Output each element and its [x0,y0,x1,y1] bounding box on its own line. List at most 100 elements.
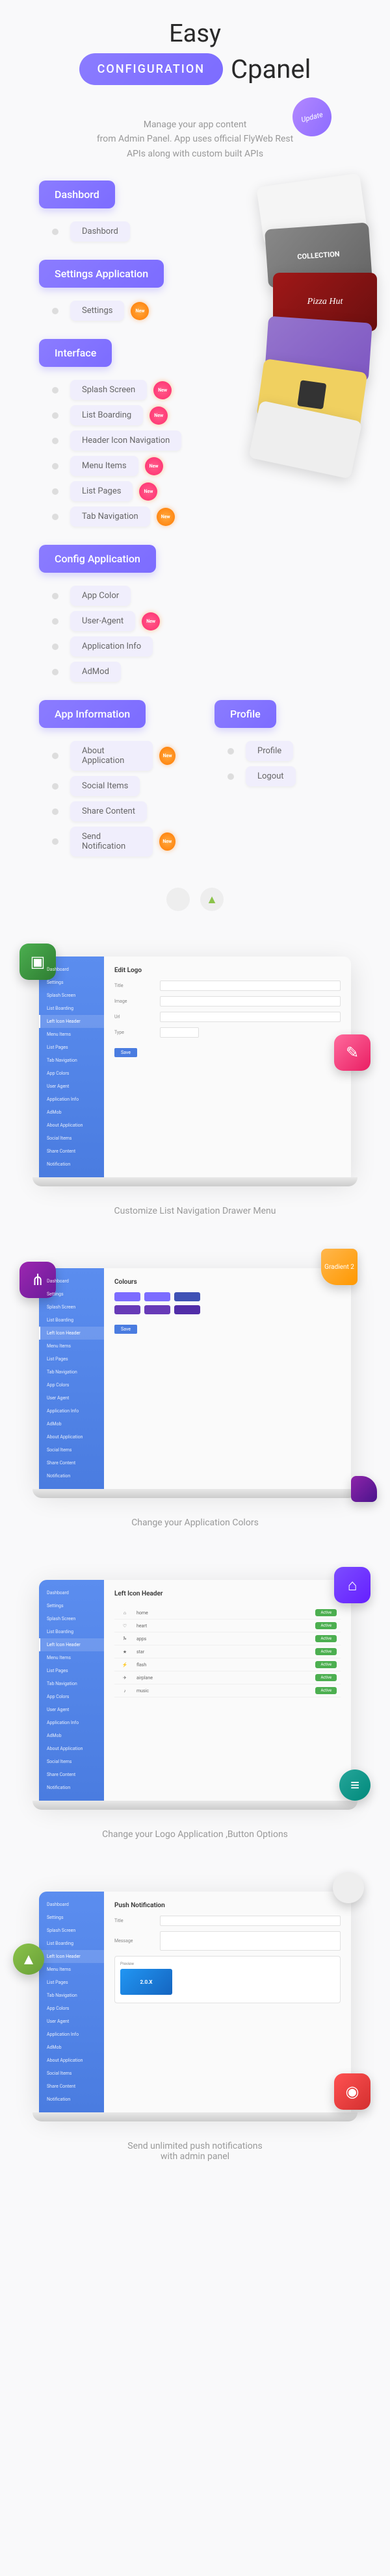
sidebar-item[interactable]: App Colors [39,1067,104,1080]
sidebar-item[interactable]: Splash Screen [39,989,104,1002]
sidebar-item[interactable]: List Boarding [39,1937,104,1950]
sidebar-item[interactable]: AdMob [39,1729,104,1742]
sidebar-item[interactable]: Share Content [39,2080,104,2093]
color-chip[interactable] [174,1305,200,1314]
item-label: Settings [70,301,124,321]
row-label: star [131,1649,315,1655]
sidebar-item[interactable]: Share Content [39,1145,104,1158]
status-badge[interactable]: Active [315,1687,337,1694]
section-config: Config Application App Color User-Agent … [0,538,390,694]
row-label: apps [131,1636,315,1642]
sidebar-item[interactable]: User Agent [39,1703,104,1716]
status-badge[interactable]: Active [315,1622,337,1629]
sidebar-item[interactable]: Social Items [39,1132,104,1145]
sidebar-item[interactable]: AdMob [39,1106,104,1119]
list-item: About Application [52,741,176,771]
sidebar-item[interactable]: AdMob [39,2041,104,2054]
sidebar-item[interactable]: Dashboard [39,963,104,976]
color-chip[interactable] [144,1305,170,1314]
row-icon: ⌂ [118,1610,131,1616]
sidebar-item[interactable]: Social Items [39,1755,104,1768]
sidebar-item[interactable]: List Boarding [39,1625,104,1638]
sidebar-item[interactable]: List Pages [39,1353,104,1366]
new-badge-icon [150,406,168,425]
row-icon: ⚡ [118,1662,131,1668]
sidebar-item[interactable]: Tab Navigation [39,1054,104,1067]
sidebar-item[interactable]: Splash Screen [39,1301,104,1314]
sidebar-item[interactable]: About Application [39,1742,104,1755]
sidebar-item[interactable]: Menu Items [39,1028,104,1041]
sidebar-item[interactable]: User Agent [39,2015,104,2028]
status-badge[interactable]: Active [315,1674,337,1681]
sidebar-item[interactable]: Tab Navigation [39,1989,104,2002]
sidebar-item[interactable]: AdMob [39,1418,104,1431]
item-label: Splash Screen [70,380,147,400]
sidebar-item[interactable]: Dashboard [39,1586,104,1599]
sidebar-item[interactable]: About Application [39,2054,104,2067]
sidebar-item[interactable]: Left Icon Header [39,1638,104,1651]
panel-title: Push Notification [114,1902,341,1909]
laptop-mockup: DashboardSettingsSplash ScreenList Board… [39,957,351,1177]
item-label: App Color [70,586,131,606]
sidebar-item[interactable]: Notification [39,1158,104,1171]
admin-content: Colours Save [104,1268,351,1489]
sidebar-item[interactable]: App Colors [39,1690,104,1703]
sidebar-item[interactable]: Left Icon Header [39,1950,104,1963]
admin-sidebar: DashboardSettingsSplash ScreenList Board… [39,1268,104,1489]
sidebar-item[interactable]: Settings [39,976,104,989]
sidebar-item[interactable]: Social Items [39,2067,104,2080]
sidebar-item[interactable]: User Agent [39,1080,104,1093]
status-badge[interactable]: Active [315,1635,337,1642]
bullet-icon [52,308,58,314]
sidebar-item[interactable]: List Pages [39,1664,104,1677]
sidebar-item[interactable]: List Boarding [39,1002,104,1015]
sidebar-item[interactable]: Application Info [39,1093,104,1106]
sidebar-item[interactable]: List Pages [39,1041,104,1054]
sidebar-item[interactable]: Menu Items [39,1340,104,1353]
sidebar-item[interactable]: Application Info [39,2028,104,2041]
sidebar-item[interactable]: Social Items [39,1444,104,1457]
sidebar-item[interactable]: App Colors [39,2002,104,2015]
sidebar-item[interactable]: Application Info [39,1716,104,1729]
color-chip[interactable] [114,1305,140,1314]
row-label: airplane [131,1675,315,1681]
title-easy: Easy [13,19,377,48]
new-badge-icon [157,508,175,526]
config-row: CONFIGURATION Cpanel [13,53,377,85]
sidebar-item[interactable]: Tab Navigation [39,1677,104,1690]
panel-title: Colours [114,1279,341,1286]
sidebar-item[interactable]: List Boarding [39,1314,104,1327]
sidebar-item[interactable]: Settings [39,1599,104,1612]
sidebar-item[interactable]: About Application [39,1431,104,1444]
status-badge[interactable]: Active [315,1661,337,1668]
sidebar-item[interactable]: Splash Screen [39,1612,104,1625]
color-chip[interactable] [144,1292,170,1301]
sidebar-item[interactable]: Menu Items [39,1651,104,1664]
sidebar-item[interactable]: Settings [39,1288,104,1301]
sidebar-item[interactable]: Splash Screen [39,1924,104,1937]
status-badge[interactable]: Active [315,1648,337,1655]
sidebar-item[interactable]: Notification [39,1781,104,1794]
sidebar-item[interactable]: Notification [39,2093,104,2106]
sidebar-item[interactable]: Application Info [39,1405,104,1418]
item-label: Profile [246,741,293,761]
sidebar-item[interactable]: Share Content [39,1457,104,1469]
sidebar-item[interactable]: Menu Items [39,1963,104,1976]
sidebar-item[interactable]: Dashboard [39,1275,104,1288]
sidebar-item[interactable]: Share Content [39,1768,104,1781]
color-chip[interactable] [174,1292,200,1301]
sidebar-item[interactable]: User Agent [39,1392,104,1405]
sidebar-item[interactable]: About Application [39,1119,104,1132]
sidebar-item[interactable]: Dashboard [39,1898,104,1911]
sidebar-item[interactable]: App Colors [39,1379,104,1392]
status-badge[interactable]: Active [315,1609,337,1616]
sidebar-item[interactable]: List Pages [39,1976,104,1989]
color-chip[interactable] [114,1292,140,1301]
bullet-icon [52,783,58,790]
toggle-row: ♡heartActive [114,1619,341,1632]
sidebar-item[interactable]: Settings [39,1911,104,1924]
sidebar-item[interactable]: Tab Navigation [39,1366,104,1379]
sidebar-item[interactable]: Left Icon Header [39,1015,104,1028]
sidebar-item[interactable]: Left Icon Header [39,1327,104,1340]
sidebar-item[interactable]: Notification [39,1469,104,1482]
